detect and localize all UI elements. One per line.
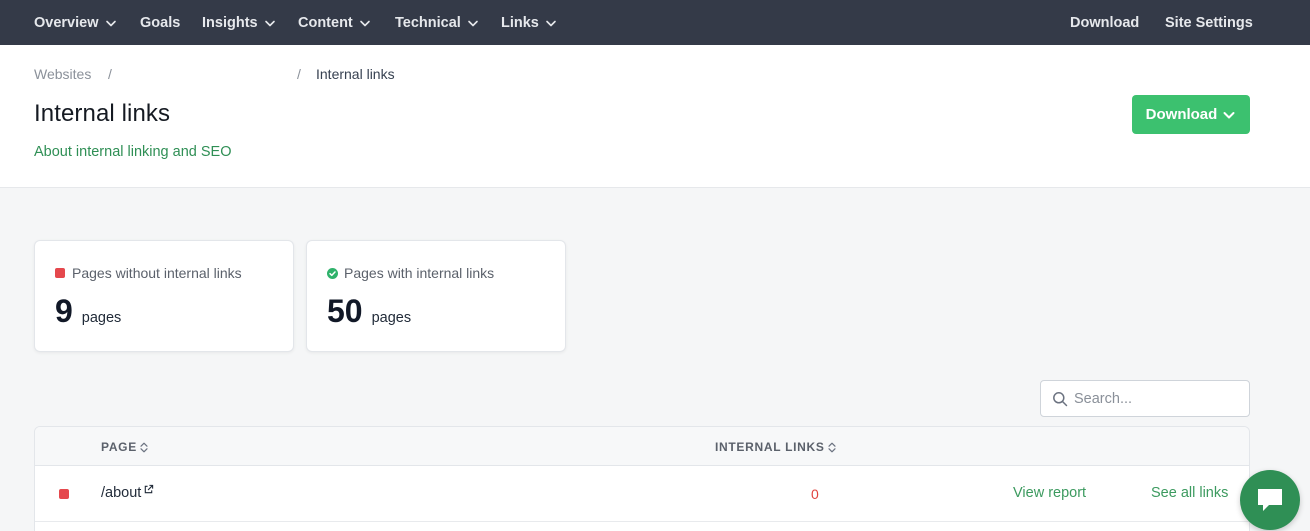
stat-unit: pages	[371, 310, 412, 326]
nav-item-overview[interactable]: Overview	[34, 0, 117, 45]
table-header: PAGE INTERNAL LINKS	[35, 427, 1249, 466]
status-square-icon	[55, 268, 65, 278]
nav-item-label: Links	[501, 14, 539, 31]
nav-site-settings-link[interactable]: Site Settings	[1165, 0, 1253, 45]
stat-card-with-links: Pages with internal links 50 pages	[306, 240, 566, 352]
page-path: /about	[101, 485, 142, 501]
sort-icon	[827, 442, 836, 453]
chevron-down-icon	[545, 17, 557, 29]
stat-label: Pages without internal links	[72, 265, 242, 281]
stat-label: Pages with internal links	[344, 265, 495, 281]
nav-item-label: Download	[1070, 14, 1140, 31]
page-link[interactable]: /about	[101, 484, 154, 501]
chevron-down-icon	[264, 17, 276, 29]
internal-links-table: PAGE INTERNAL LINKS /about 0 View report…	[34, 426, 1250, 531]
stat-value-row: 50 pages	[327, 293, 411, 330]
nav-item-goals[interactable]: Goals	[140, 0, 180, 45]
internal-links-count: 0	[811, 486, 819, 502]
search-icon	[1052, 391, 1068, 407]
chevron-down-icon	[105, 17, 117, 29]
status-square-icon	[59, 489, 69, 499]
stat-number: 9	[55, 293, 73, 329]
nav-download-link[interactable]: Download	[1070, 0, 1139, 45]
external-link-icon[interactable]	[143, 484, 154, 495]
chevron-down-icon	[467, 17, 479, 29]
chevron-down-icon	[1222, 108, 1236, 122]
nav-item-content[interactable]: Content	[298, 0, 371, 45]
chat-icon	[1255, 486, 1285, 514]
download-button-label: Download	[1145, 106, 1218, 123]
stat-label-row: Pages without internal links	[55, 265, 242, 281]
column-header-label: INTERNAL LINKS	[715, 440, 825, 454]
page-header: Websites / / Internal links Internal lin…	[0, 45, 1310, 188]
nav-item-label: Site Settings	[1165, 14, 1253, 31]
view-report-link[interactable]: View report	[1013, 485, 1086, 501]
table-row: /about 0 View report See all links	[35, 467, 1249, 522]
column-header-label: PAGE	[101, 440, 137, 454]
see-all-links-link[interactable]: See all links	[1151, 485, 1228, 501]
search-input[interactable]	[1074, 390, 1234, 407]
column-header-internal-links[interactable]: INTERNAL LINKS	[715, 440, 836, 454]
nav-item-links[interactable]: Links	[501, 0, 557, 45]
chat-widget-button[interactable]	[1240, 470, 1300, 530]
nav-item-label: Content	[298, 14, 353, 31]
about-internal-linking-link[interactable]: About internal linking and SEO	[34, 144, 232, 160]
nav-item-insights[interactable]: Insights	[202, 0, 276, 45]
chevron-down-icon	[359, 17, 371, 29]
column-header-page[interactable]: PAGE	[101, 440, 148, 454]
nav-item-label: Goals	[140, 14, 181, 31]
nav-item-label: Insights	[202, 14, 258, 31]
nav-item-label: Overview	[34, 14, 99, 31]
breadcrumb-separator: /	[108, 66, 112, 82]
download-button[interactable]: Download	[1132, 95, 1250, 134]
stat-number: 50	[327, 293, 363, 329]
top-nav: Overview Goals Insights Content Technica…	[0, 0, 1310, 45]
stat-value-row: 9 pages	[55, 293, 121, 330]
page-title: Internal links	[34, 100, 171, 127]
check-circle-icon	[327, 267, 338, 279]
search-box[interactable]	[1040, 380, 1250, 417]
stat-label-row: Pages with internal links	[327, 265, 494, 281]
breadcrumb-websites[interactable]: Websites	[34, 66, 91, 82]
nav-item-technical[interactable]: Technical	[395, 0, 479, 45]
nav-item-label: Technical	[395, 14, 461, 31]
sort-icon	[140, 442, 148, 453]
stat-unit: pages	[81, 310, 122, 326]
breadcrumb-current: Internal links	[316, 66, 395, 82]
breadcrumb-separator: /	[297, 66, 301, 82]
stat-card-without-links: Pages without internal links 9 pages	[34, 240, 294, 352]
